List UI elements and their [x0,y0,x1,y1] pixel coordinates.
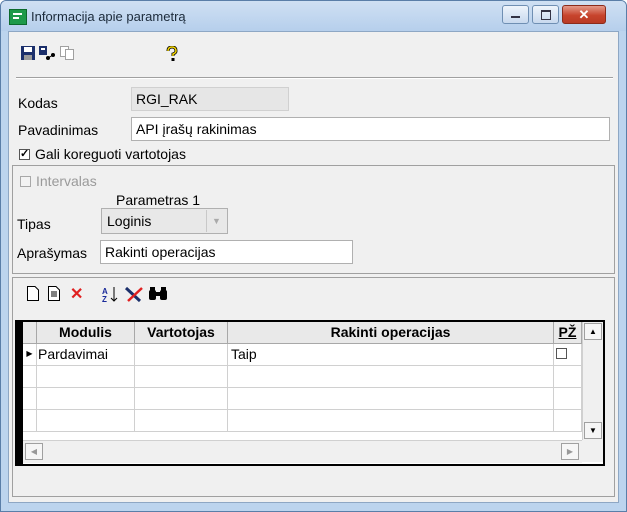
interval-checkbox [20,176,31,187]
pz-checkbox[interactable] [556,348,567,359]
grid-cell[interactable] [228,366,554,388]
horizontal-scrollbar[interactable]: ◀ ▶ [23,440,582,463]
scroll-up-icon[interactable]: ▲ [584,323,602,340]
column-header[interactable]: Vartotojas [135,322,228,344]
minimize-button[interactable] [502,5,529,24]
close-button[interactable]: ✕ [562,5,606,24]
aprasymas-input[interactable]: Rakinti operacijas [100,240,353,264]
row-indicator-header [23,322,37,344]
grid-cell[interactable] [135,388,228,410]
kodas-field: RGI_RAK [131,87,289,111]
tipas-label: Tipas [17,216,51,232]
grid-cell[interactable] [37,410,135,432]
kodas-label: Kodas [18,95,58,111]
aprasymas-label: Aprašymas [17,245,88,261]
title-bar[interactable]: Informacija apie parametrą ✕ [1,1,626,31]
interval-label: Intervalas [36,173,97,189]
help-icon[interactable] [166,45,178,62]
row-indicator [23,410,37,432]
grid-cell[interactable]: Pardavimai [37,344,135,366]
row-indicator [23,388,37,410]
delete-icon[interactable]: ✕ [70,286,83,304]
maximize-button[interactable] [532,5,559,24]
grid-group: ✕ AZ Modulis Vartotojas Rakinti operacij… [12,277,615,497]
chevron-down-icon[interactable]: ▼ [206,210,226,232]
grid-cell[interactable] [135,344,228,366]
scroll-down-icon[interactable]: ▼ [584,422,602,439]
dialog-body: Kodas RGI_RAK Pavadinimas API įrašų raki… [8,31,619,503]
scrollbar-corner [582,440,603,462]
row-indicator-icon: ▶ [23,344,37,366]
binoculars-icon[interactable] [148,286,168,304]
users-icon[interactable] [39,46,57,62]
column-header[interactable]: Modulis [37,322,135,344]
grid-cell[interactable] [554,388,582,410]
user-edit-label: Gali koreguoti vartotojas [35,146,186,162]
svg-text:Z: Z [102,295,107,303]
grid-cell[interactable] [228,410,554,432]
user-edit-checkbox[interactable]: ✓ [19,149,30,160]
column-header[interactable]: PŽ [554,322,582,344]
copy-icon [60,46,74,62]
main-window: Informacija apie parametrą ✕ Kodas RGI_R… [0,0,627,512]
new-record-icon[interactable] [27,286,39,304]
parameter-header: Parametras 1 [116,192,201,208]
edit-record-icon[interactable] [48,286,60,304]
scroll-left-icon[interactable]: ◀ [25,443,43,460]
pavadinimas-label: Pavadinimas [18,122,99,138]
tipas-select[interactable]: Loginis ▼ [101,208,228,234]
sort-icon[interactable]: AZ [102,286,120,304]
grid-cell[interactable] [554,344,582,366]
pavadinimas-input[interactable]: API įrašų rakinimas [131,117,610,141]
interval-group: Intervalas Parametras 1 Tipas Loginis ▼ … [12,165,615,274]
data-grid: Modulis Vartotojas Rakinti operacijas PŽ… [15,320,605,466]
grid-cell[interactable] [135,410,228,432]
grid-cell[interactable] [135,366,228,388]
tipas-value: Loginis [107,213,152,229]
grid-cell[interactable] [554,366,582,388]
grid-cell[interactable] [37,388,135,410]
grid-cell[interactable] [228,388,554,410]
app-icon [9,9,27,25]
vertical-scrollbar[interactable]: ▲ ▼ [582,322,603,440]
minimize-icon [511,16,520,18]
save-icon[interactable] [21,46,35,62]
column-header[interactable]: Rakinti operacijas [228,322,554,344]
grid-cell[interactable] [554,410,582,432]
grid-cell[interactable]: Taip [228,344,554,366]
close-icon: ✕ [578,7,590,22]
grid-cell[interactable] [37,366,135,388]
scroll-right-icon[interactable]: ▶ [561,443,579,460]
row-indicator [23,366,37,388]
clear-filter-icon[interactable] [124,286,144,304]
window-title: Informacija apie parametrą [31,9,186,24]
toolbar-separator [16,77,613,79]
maximize-icon [541,10,551,20]
